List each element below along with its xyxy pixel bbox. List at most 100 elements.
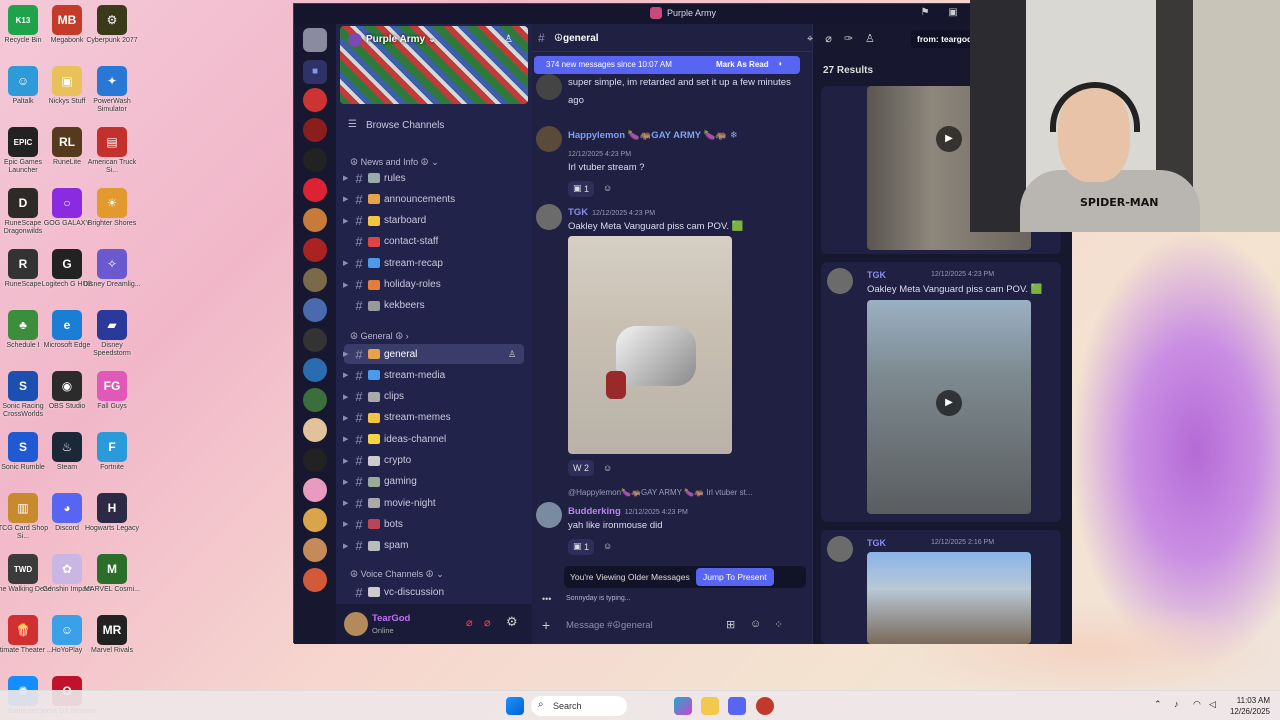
desktop-icon[interactable]: F Fortnite — [82, 430, 142, 490]
server-icon-8[interactable] — [303, 298, 327, 322]
reaction-chip[interactable]: ▣ 1 — [568, 538, 595, 555]
clock[interactable]: 11:03 AM 12/26/2025 — [1230, 695, 1270, 717]
search-result-card[interactable]: TGK 12/12/2025 4:23 PM Oakley Meta Vangu… — [821, 262, 1061, 522]
search-result-card[interactable]: TGK 12/12/2025 2:16 PM — [821, 530, 1061, 644]
result-image-thumbnail[interactable] — [867, 552, 1031, 644]
notifications-icon[interactable]: ⌀ — [825, 33, 844, 45]
jump-to-present-button[interactable]: Jump To Present — [696, 568, 774, 586]
server-icon-4[interactable] — [303, 178, 327, 202]
wifi-icon[interactable]: ◠ — [1193, 699, 1201, 710]
category-news[interactable]: ☮ News and Info ☮ ⌄ — [350, 157, 439, 168]
result-username[interactable]: TGK — [867, 538, 886, 548]
server-icon-16[interactable] — [303, 538, 327, 562]
channel-bots[interactable]: ▶ # bots — [343, 514, 524, 534]
channel-stream-memes[interactable]: ▶ # stream-memes — [343, 408, 524, 428]
pinned-icon[interactable]: ✑ — [844, 33, 865, 45]
channel-ideas-channel[interactable]: ▶ # ideas-channel — [343, 429, 524, 449]
channel-kekbeers[interactable]: # kekbeers — [344, 296, 524, 316]
desktop-icon[interactable]: ☀ Brighter Shores — [82, 186, 142, 246]
desktop-icon[interactable]: MR Marvel Rivals — [82, 613, 142, 673]
avatar[interactable] — [536, 204, 562, 230]
copilot-icon[interactable] — [674, 697, 692, 715]
expand-arrow-icon[interactable]: ▶ — [343, 478, 348, 486]
invite-icon[interactable]: ♙ — [504, 34, 513, 45]
server-icon-7[interactable] — [303, 268, 327, 292]
mute-icon[interactable]: ⌀ — [466, 616, 473, 629]
channel-movie-night[interactable]: ▶ # movie-night — [343, 493, 524, 513]
invite-icon[interactable]: ♙ — [508, 349, 516, 360]
emoji-icon[interactable]: ☺ — [750, 618, 761, 630]
expand-arrow-icon[interactable]: ▶ — [343, 435, 348, 443]
server-icon-1[interactable] — [303, 88, 327, 112]
user-avatar[interactable] — [344, 612, 368, 636]
browse-channels[interactable]: Browse Channels — [366, 120, 444, 131]
channel-stream-media[interactable]: ▶ # stream-media — [343, 365, 524, 385]
avatar[interactable] — [536, 502, 562, 528]
mic-icon[interactable]: ♪ — [1174, 699, 1179, 709]
channel-stream-recap[interactable]: ▶ # stream-recap — [343, 253, 524, 273]
reply-preview[interactable]: @Happylemon🍆🦛GAY ARMY 🍆🦛 Irl vtuber st..… — [568, 488, 800, 497]
expand-arrow-icon[interactable]: ▶ — [343, 217, 348, 225]
members-icon[interactable]: ♙ — [865, 33, 887, 45]
message-username[interactable]: Budderking — [568, 506, 621, 517]
settings-icon[interactable]: ⚙ — [506, 614, 518, 630]
add-attachment-icon[interactable]: + — [542, 617, 550, 633]
server-icon-12[interactable] — [303, 418, 327, 442]
unread-icon[interactable]: ■ — [303, 60, 327, 84]
inbox-icon[interactable]: ⚑ — [918, 7, 932, 21]
add-reaction-icon[interactable]: ☺ — [598, 180, 617, 196]
channel-announcements[interactable]: ▶ # announcements — [343, 189, 524, 209]
expand-arrow-icon[interactable]: ▶ — [343, 174, 348, 182]
play-icon[interactable]: ▶ — [936, 126, 962, 152]
reaction-chip[interactable]: ▣ 1 — [568, 180, 595, 197]
desktop-icon[interactable]: ✦ PowerWash Simulator — [82, 64, 142, 124]
server-icon-9[interactable] — [303, 328, 327, 352]
voice-channel-vc-discussion[interactable]: # vc-discussion — [344, 582, 524, 602]
reaction-chip[interactable]: W 2 — [568, 460, 595, 476]
message-composer[interactable]: + Message #☮general ⊞ ☺ ⁘ — [536, 611, 806, 639]
play-icon[interactable]: ▶ — [936, 390, 962, 416]
channel-spam[interactable]: ▶ # spam — [343, 536, 524, 556]
server-icon-5[interactable] — [303, 208, 327, 232]
message-username[interactable]: Happylemon 🍆🦛GAY ARMY 🍆🦛 ❄ — [568, 130, 738, 141]
expand-arrow-icon[interactable]: ▶ — [343, 350, 348, 358]
expand-arrow-icon[interactable]: ▶ — [343, 371, 348, 379]
opera-taskbar-icon[interactable] — [756, 697, 774, 715]
tray-chevron-icon[interactable]: ⌃ — [1154, 699, 1162, 710]
taskbar-search[interactable]: ⌕ Search — [531, 696, 627, 716]
desktop-icon[interactable]: ▤ American Truck Si... — [82, 125, 142, 185]
avatar[interactable] — [827, 536, 853, 562]
channel-rules[interactable]: ▶ # rules — [343, 168, 524, 188]
add-reaction-icon[interactable]: ☺ — [598, 460, 617, 476]
server-icon-17[interactable] — [303, 568, 327, 592]
volume-icon[interactable]: ◁ — [1209, 699, 1216, 710]
channel-general[interactable]: ▶ # general ♙ — [343, 344, 524, 364]
mark-as-read-button[interactable]: Mark As Read — [716, 60, 769, 69]
server-icon-14[interactable] — [303, 478, 327, 502]
expand-arrow-icon[interactable]: ▶ — [343, 259, 348, 267]
desktop-icon[interactable]: ⚙ Cyberpunk 2077 — [82, 3, 142, 63]
expand-arrow-icon[interactable]: ▶ — [343, 393, 348, 401]
server-name[interactable]: Purple Army ⌄ — [366, 34, 436, 45]
channel-clips[interactable]: ▶ # clips — [343, 387, 524, 407]
discord-taskbar-icon[interactable] — [728, 697, 746, 715]
expand-arrow-icon[interactable]: ▶ — [343, 542, 348, 550]
avatar[interactable] — [536, 74, 562, 100]
server-icon-11[interactable] — [303, 388, 327, 412]
desktop-icon[interactable]: H Hogwarts Legacy — [82, 491, 142, 551]
message-username[interactable]: TGK — [568, 207, 588, 218]
apps-icon[interactable]: ⁘ — [774, 618, 783, 631]
direct-messages-icon[interactable] — [303, 28, 327, 52]
channel-starboard[interactable]: ▶ # starboard — [343, 211, 524, 231]
server-icon-13[interactable] — [303, 448, 327, 472]
threads-icon[interactable]: ⌖ — [807, 33, 825, 45]
server-icon-6[interactable] — [303, 238, 327, 262]
expand-arrow-icon[interactable]: ▶ — [343, 499, 348, 507]
avatar[interactable] — [827, 268, 853, 294]
file-explorer-icon[interactable] — [701, 697, 719, 715]
expand-arrow-icon[interactable]: ▶ — [343, 281, 348, 289]
deafen-icon[interactable]: ⌀ — [484, 616, 491, 629]
expand-arrow-icon[interactable]: ▶ — [343, 520, 348, 528]
server-icon-3[interactable] — [303, 148, 327, 172]
channel-contact-staff[interactable]: # contact-staff — [344, 232, 524, 252]
